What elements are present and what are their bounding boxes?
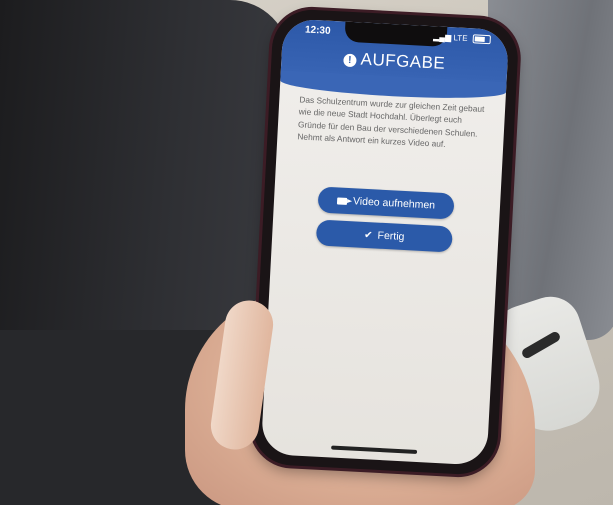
app-header: 12:30 ▂▄▆ LTE ! AUFGABE — [280, 18, 510, 93]
record-video-button[interactable]: Video aufnehmen — [317, 186, 455, 220]
phone-screen: 12:30 ▂▄▆ LTE ! AUFGABE Das Schulzentrum … — [260, 18, 510, 466]
signal-icon: ▂▄▆ — [433, 32, 452, 43]
page-title: ! AUFGABE — [281, 45, 508, 77]
title-text: AUFGABE — [360, 49, 446, 73]
home-indicator[interactable] — [331, 445, 418, 454]
photo-scene: 12:30 ▂▄▆ LTE ! AUFGABE Das Schulzentrum … — [0, 0, 613, 505]
status-time: 12:30 — [304, 24, 331, 37]
checkmark-icon: ✔ — [363, 229, 373, 242]
video-camera-icon — [336, 197, 348, 205]
done-button[interactable]: ✔ Fertig — [315, 219, 453, 253]
info-icon: ! — [343, 53, 357, 68]
battery-icon — [472, 34, 491, 45]
done-label: Fertig — [377, 229, 405, 244]
record-video-label: Video aufnehmen — [352, 195, 436, 212]
network-label: LTE — [453, 33, 468, 44]
smartphone: 12:30 ▂▄▆ LTE ! AUFGABE Das Schulzentrum … — [250, 7, 520, 477]
task-description: Das Schulzentrum wurde zur gleichen Zeit… — [297, 94, 485, 150]
